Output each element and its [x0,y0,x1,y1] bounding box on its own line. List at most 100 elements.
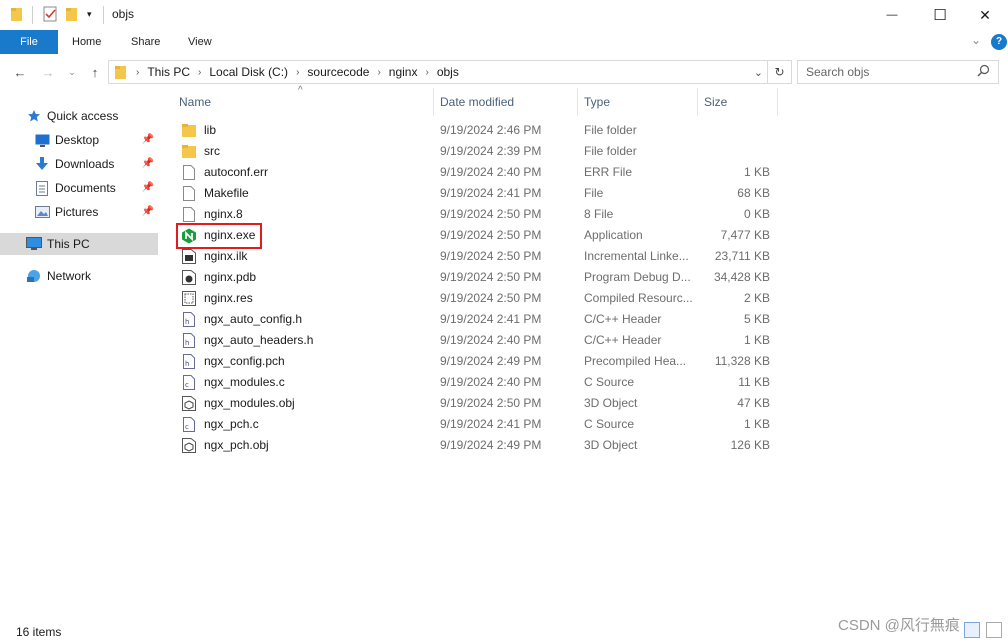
customize-quick-access-icon[interactable]: ▾ [87,9,92,27]
file-name-cell[interactable]: Makefile [181,183,431,204]
nav-label: This PC [47,237,90,251]
file-row[interactable]: c ngx_pch.c 9/19/2024 2:41 PM C Source 1 KB [177,414,777,435]
file-date: 9/19/2024 2:50 PM [440,249,542,263]
file-row[interactable]: nginx.pdb 9/19/2024 2:50 PM Program Debug … [177,267,777,288]
search-input[interactable] [806,65,976,79]
file-name-cell[interactable]: ngx_pch.obj [181,435,431,456]
maximize-button[interactable]: ☐ [917,0,963,30]
breadcrumb-local-disk[interactable]: Local Disk (C:) [209,65,288,79]
file-row[interactable]: h ngx_auto_config.h 9/19/2024 2:41 PM C/C++… [177,309,777,330]
star-icon [26,108,42,124]
file-name-cell[interactable]: autoconf.err [181,162,431,183]
file-type: C/C++ Header [584,312,662,326]
file-date: 9/19/2024 2:40 PM [440,333,542,347]
file-row[interactable]: nginx.res 9/19/2024 2:50 PM Compiled Resou… [177,288,777,309]
file-row[interactable]: nginx.ilk 9/19/2024 2:50 PM Incremental Li… [177,246,777,267]
navigation-pane: Quick access Desktop 📌 Downloads 📌 Docum… [0,88,160,618]
back-arrow-icon: ← [13,64,27,80]
folder-icon[interactable] [10,6,24,24]
close-button[interactable]: ✕ [962,0,1008,30]
nav-documents[interactable]: Documents 📌 [34,177,158,199]
breadcrumb-separator: › [296,66,300,78]
column-header-name[interactable]: Name [179,88,211,116]
file-date: 9/19/2024 2:41 PM [440,312,542,326]
expand-ribbon-icon[interactable]: ⌄ [971,33,981,47]
details-view-button[interactable] [964,622,980,638]
file-name-cell[interactable]: lib [181,120,431,141]
file-name-cell[interactable]: nginx.pdb [181,267,431,288]
file-date: 9/19/2024 2:41 PM [440,186,542,200]
tab-view[interactable]: View [174,30,226,54]
file-row[interactable]: src 9/19/2024 2:39 PM File folder [177,141,777,162]
breadcrumb-sourcecode[interactable]: sourcecode [307,65,369,79]
file-name-cell[interactable]: nginx.res [181,288,431,309]
file-row[interactable]: Makefile 9/19/2024 2:41 PM File 68 KB [177,183,777,204]
column-divider[interactable] [697,88,698,116]
file-row[interactable]: nginx.8 9/19/2024 2:50 PM 8 File 0 KB [177,204,777,225]
forward-button[interactable]: → [38,62,58,82]
new-folder-icon[interactable] [65,6,79,24]
file-name-cell[interactable]: c ngx_pch.c [181,414,431,435]
nav-pictures[interactable]: Pictures 📌 [34,201,158,223]
column-header-type[interactable]: Type [584,88,610,116]
ribbon: File Home Share View ⌄ ? [0,30,1008,54]
file-type: File [584,186,604,200]
file-name-cell[interactable]: src [181,141,431,162]
help-icon[interactable]: ? [991,34,1007,50]
file-name-cell[interactable]: h ngx_auto_headers.h [181,330,431,351]
breadcrumb-this-pc[interactable]: This PC [147,65,190,79]
file-row[interactable]: nginx.exe 9/19/2024 2:50 PM Application 7,4… [177,225,777,246]
file-row[interactable]: ngx_modules.obj 9/19/2024 2:50 PM 3D Objec… [177,393,777,414]
file-date: 9/19/2024 2:50 PM [440,270,542,284]
breadcrumb-objs[interactable]: objs [437,65,459,79]
search-icon[interactable] [977,64,990,80]
file-name-cell[interactable]: nginx.8 [181,204,431,225]
file-type: File folder [584,144,637,158]
file-row[interactable]: h ngx_auto_headers.h 9/19/2024 2:40 PM C/C+… [177,330,777,351]
refresh-button[interactable]: ↻ [768,60,792,84]
column-divider[interactable] [577,88,578,116]
nav-network[interactable]: Network [26,265,158,287]
watermark: CSDN @风行無痕 [838,617,960,634]
search-box[interactable] [797,60,999,84]
nav-this-pc[interactable]: This PC [0,233,158,255]
file-row[interactable]: ngx_pch.obj 9/19/2024 2:49 PM 3D Object 126… [177,435,777,456]
up-arrow-icon: ↑ [91,64,99,80]
file-name: ngx_pch.obj [204,438,269,452]
tab-home[interactable]: Home [58,30,115,54]
file-name-cell[interactable]: c ngx_modules.c [181,372,431,393]
separator [32,6,33,24]
back-button[interactable]: ← [10,62,30,82]
file-row[interactable]: h ngx_config.pch 9/19/2024 2:49 PM Precompi… [177,351,777,372]
file-name-cell[interactable]: ngx_modules.obj [181,393,431,414]
file-size: 2 KB [743,291,770,305]
up-button[interactable]: ↑ [85,62,105,82]
tab-file[interactable]: File [0,30,58,54]
properties-icon[interactable] [42,6,58,24]
breadcrumb-nginx[interactable]: nginx [389,65,418,79]
column-header-size[interactable]: Size [704,88,727,116]
file-name: ngx_config.pch [204,354,285,368]
file-row[interactable]: c ngx_modules.c 9/19/2024 2:40 PM C Source 1… [177,372,777,393]
folder-icon [181,144,197,160]
file-name-cell[interactable]: h ngx_config.pch [181,351,431,372]
file-name-cell[interactable]: nginx.ilk [181,246,431,267]
column-divider[interactable] [433,88,434,116]
recent-locations-button[interactable]: ⌄ [62,62,82,82]
column-divider[interactable] [777,88,778,116]
file-name: ngx_pch.c [204,417,259,431]
file-size: 1 KB [743,333,770,347]
address-dropdown-icon[interactable]: ⌄ [754,66,763,79]
nav-downloads[interactable]: Downloads 📌 [34,153,158,175]
file-name-cell[interactable]: h ngx_auto_config.h [181,309,431,330]
nav-quick-access[interactable]: Quick access [26,105,158,127]
minimize-button[interactable]: — [869,0,915,30]
tab-share[interactable]: Share [117,30,174,54]
address-bar[interactable]: › This PC › Local Disk (C:) › sourcecode… [108,60,768,84]
column-header-date[interactable]: Date modified [440,88,514,116]
file-row[interactable]: lib 9/19/2024 2:46 PM File folder [177,120,777,141]
file-row[interactable]: autoconf.err 9/19/2024 2:40 PM ERR File 1 K… [177,162,777,183]
nav-desktop[interactable]: Desktop 📌 [34,129,158,151]
window-title: objs [112,7,135,21]
large-icons-view-button[interactable] [986,622,1002,638]
